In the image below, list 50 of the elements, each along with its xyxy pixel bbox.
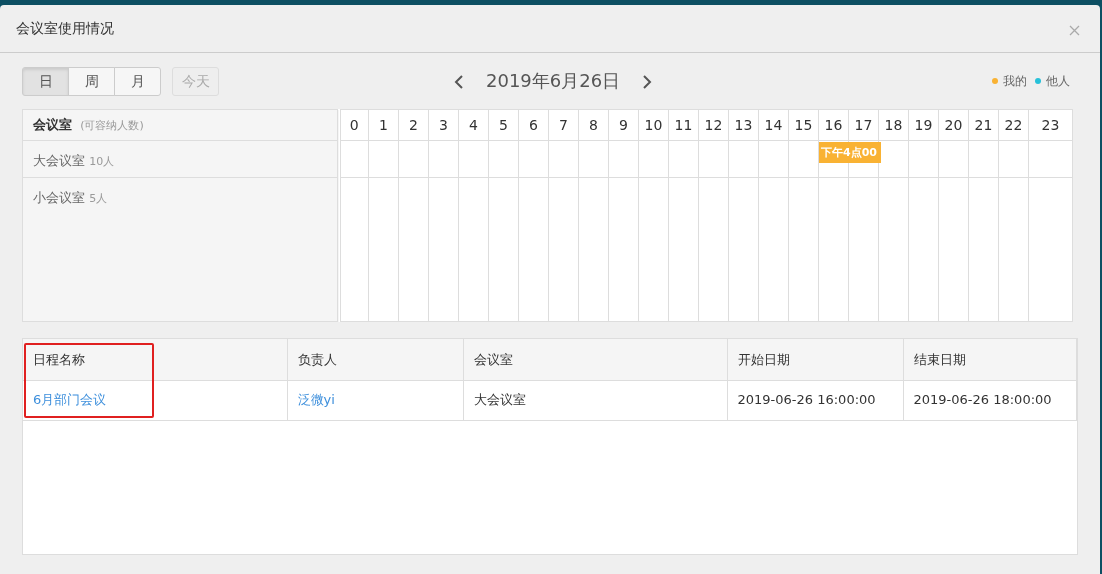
hour-label: 7 — [548, 109, 579, 141]
room-name: 大会议室 — [33, 153, 85, 168]
hour-label: 9 — [608, 109, 639, 141]
hour-label: 14 — [758, 109, 789, 141]
legend-label: 他人 — [1046, 73, 1070, 90]
table-cell: 大会议室 — [463, 380, 727, 420]
chevron-right-icon — [642, 75, 653, 89]
hour-label: 12 — [698, 109, 729, 141]
hour-label: 20 — [938, 109, 969, 141]
hour-label: 3 — [428, 109, 459, 141]
room-capacity: 10人 — [89, 155, 115, 168]
room-name: 小会议室 — [33, 190, 85, 205]
event-bar[interactable]: 下午4点00 — [819, 142, 881, 163]
hour-label: 2 — [398, 109, 429, 141]
column-header: 会议室 — [463, 339, 727, 380]
hour-label: 11 — [668, 109, 699, 141]
view-tab[interactable]: 日 — [22, 66, 69, 96]
view-tab[interactable]: 周 — [68, 66, 115, 96]
hour-label: 0 — [338, 109, 369, 141]
chevron-left-icon — [454, 75, 464, 89]
hour-label: 17 — [848, 109, 879, 141]
column-header: 负责人 — [287, 339, 463, 380]
hour-label: 13 — [728, 109, 759, 141]
dialog-title: 会议室使用情况 — [16, 19, 114, 38]
column-header: 结束日期 — [903, 339, 1077, 380]
hour-label: 6 — [518, 109, 549, 141]
hour-label: 21 — [968, 109, 999, 141]
table-cell: 2019-06-26 16:00:00 — [727, 380, 903, 420]
column-header: 日程名称 — [23, 339, 287, 380]
legend-label: 我的 — [1003, 73, 1027, 90]
table-link[interactable]: 6月部门会议 — [33, 392, 107, 408]
hour-label: 15 — [788, 109, 819, 141]
column-header: 开始日期 — [727, 339, 903, 380]
hour-label: 4 — [458, 109, 489, 141]
hour-label: 18 — [878, 109, 909, 141]
hour-label: 23 — [1028, 109, 1073, 141]
hour-label: 22 — [998, 109, 1029, 141]
hour-label: 10 — [638, 109, 669, 141]
hour-label: 16 — [818, 109, 849, 141]
date-label: 2019年6月26日 — [486, 69, 621, 93]
capacity-hint: (可容纳人数) — [80, 119, 144, 133]
view-tab[interactable]: 月 — [114, 66, 161, 96]
table-cell: 2019-06-26 18:00:00 — [903, 380, 1077, 420]
hour-label: 5 — [488, 109, 519, 141]
hour-label: 1 — [368, 109, 399, 141]
column-header: 会议室 — [33, 117, 72, 133]
hour-label: 8 — [578, 109, 609, 141]
table-link[interactable]: 泛微yi — [297, 392, 335, 408]
room-capacity: 5人 — [89, 192, 108, 205]
hour-label: 19 — [908, 109, 939, 141]
